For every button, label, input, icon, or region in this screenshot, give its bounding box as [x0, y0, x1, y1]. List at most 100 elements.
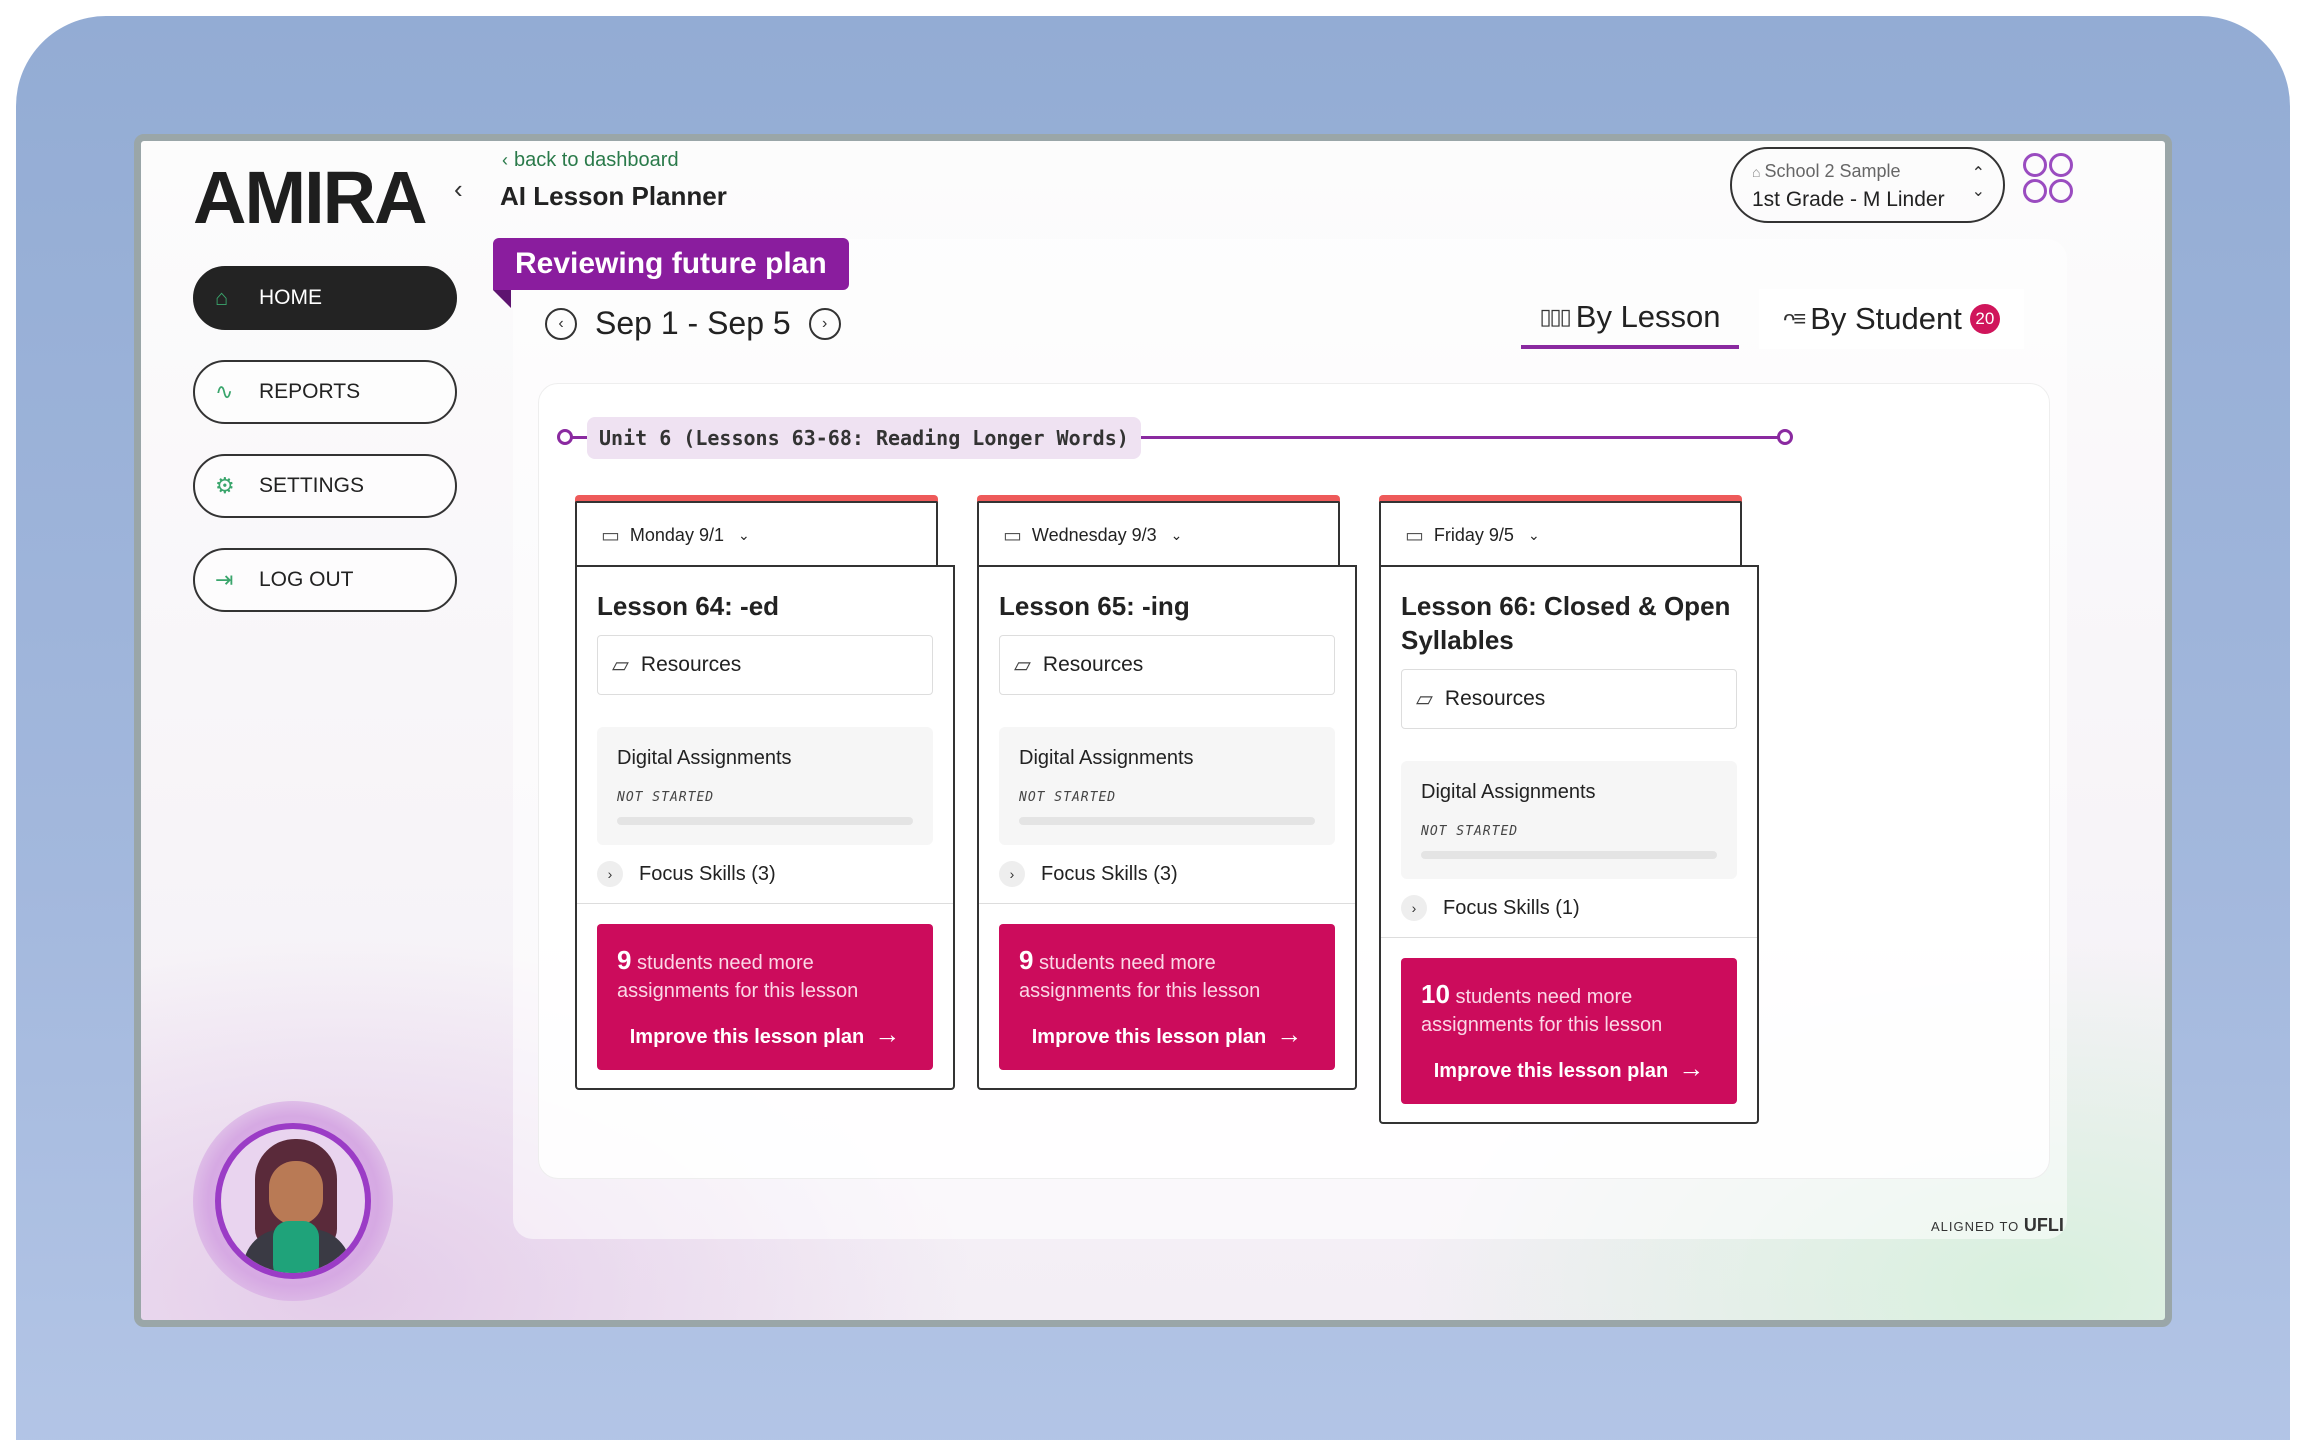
chevron-down-icon: ⌄ [1527, 526, 1540, 543]
student-count: 9 [617, 945, 632, 975]
improve-lesson-callout[interactable]: 9 students need more assignments for thi… [597, 924, 933, 1070]
school-label: School 2 Sample [1764, 161, 1901, 181]
chevron-down-icon: ⌄ [737, 526, 750, 543]
whiteboard-icon: ▱ [1014, 652, 1031, 677]
assignment-status: NOT STARTED [1019, 790, 1117, 805]
sidebar-item-label: REPORTS [259, 380, 361, 403]
calendar-icon: ▭ [1003, 524, 1022, 547]
sidebar-item-settings[interactable]: ⚙ SETTINGS [193, 454, 457, 518]
timeline-end-dot [1777, 429, 1793, 445]
calendar-icon: ▭ [601, 524, 620, 547]
apps-grid-icon[interactable] [2023, 153, 2075, 205]
digital-assignments[interactable]: Digital Assignments NOT STARTED [999, 727, 1335, 845]
improve-label: Improve this lesson plan [1433, 1060, 1669, 1082]
unit-label: Unit 6 (Lessons 63-68: Reading Longer Wo… [587, 417, 1141, 459]
whiteboard-icon: ▱ [612, 652, 629, 677]
improve-lesson-callout[interactable]: 10 students need more assignments for th… [1401, 958, 1737, 1104]
student-list-icon: ᴖ≡ [1783, 306, 1806, 331]
school-name: ⌂ School 2 Sample [1752, 161, 2003, 182]
sidebar-item-label: SETTINGS [259, 474, 365, 497]
aligned-prefix: ALIGNED TO [1931, 1219, 2020, 1234]
improve-message: 10 students need more assignments for th… [1421, 980, 1717, 1039]
card-body: Lesson 65: -ing ▱ Resources Digital Assig… [977, 565, 1357, 1090]
ufli-brand: UFLI [2023, 1215, 2064, 1235]
lesson-title: Lesson 66: Closed & Open Syllables [1401, 591, 1731, 655]
focus-skills-toggle[interactable]: › Focus Skills (3) [979, 845, 1355, 904]
apps-dot [2049, 153, 2073, 177]
calendar-icon: ▭ [1405, 524, 1424, 547]
focus-skills-label: Focus Skills (1) [1443, 896, 1580, 919]
chevron-left-icon: ‹ [502, 150, 508, 170]
previous-week-button[interactable]: ‹ [545, 307, 577, 340]
avatar-scarf [273, 1221, 319, 1273]
apps-dot [2049, 179, 2073, 203]
improve-message-text: students need more assignments for this … [1019, 952, 1261, 1002]
assignment-status: NOT STARTED [617, 790, 715, 805]
week-navigator: ‹ Sep 1 - Sep 5 › [545, 305, 841, 342]
sidebar-item-home[interactable]: ⌂ HOME [193, 266, 457, 330]
books-icon: ▯▯▯ [1539, 304, 1571, 329]
resources-button[interactable]: ▱ Resources [999, 635, 1335, 695]
back-to-dashboard-link[interactable]: ‹ back to dashboard [502, 149, 679, 172]
digital-assignments[interactable]: Digital Assignments NOT STARTED [597, 727, 933, 845]
assistant-avatar[interactable] [193, 1101, 393, 1301]
app-window: AMIRA ‹ ‹ back to dashboard AI Lesson Pla… [134, 134, 2172, 1327]
tab-label: By Lesson [1575, 299, 1721, 334]
day-select[interactable]: ▭ Wednesday 9/3 ⌄ [977, 501, 1340, 567]
improve-message-text: students need more assignments for this … [617, 952, 859, 1002]
apps-dot [2023, 153, 2047, 177]
student-count: 10 [1421, 979, 1450, 1009]
chevron-right-icon: › [1401, 895, 1427, 921]
improve-label: Improve this lesson plan [1031, 1026, 1267, 1048]
badge-fold [493, 290, 511, 308]
student-count-badge: 20 [1969, 304, 2000, 334]
day-select[interactable]: ▭ Friday 9/5 ⌄ [1379, 501, 1742, 567]
date-range: Sep 1 - Sep 5 [595, 305, 791, 341]
improve-lesson-button[interactable]: Improve this lesson plan → [1019, 1019, 1315, 1050]
resources-label: Resources [640, 653, 742, 676]
improve-message: 9 students need more assignments for thi… [617, 946, 913, 1005]
sidebar-item-label: LOG OUT [259, 568, 354, 591]
day-label: Wednesday 9/3 [1031, 524, 1157, 545]
back-link-label: back to dashboard [514, 149, 679, 171]
digital-assignments[interactable]: Digital Assignments NOT STARTED [1401, 761, 1737, 879]
resources-label: Resources [1042, 653, 1144, 676]
arrow-right-icon: → [1276, 1019, 1303, 1049]
resources-button[interactable]: ▱ Resources [1401, 669, 1737, 729]
progress-bar [1019, 817, 1315, 825]
sidebar-item-reports[interactable]: ∿ REPORTS [193, 360, 457, 424]
building-icon: ⌂ [1752, 164, 1761, 180]
focus-skills-toggle[interactable]: › Focus Skills (3) [577, 845, 953, 904]
school-class-selector[interactable]: ⌂ School 2 Sample 1st Grade - M Linder ⌃ ⌄ [1730, 147, 2005, 223]
day-label: Monday 9/1 [629, 524, 724, 545]
digital-assignments-title: Digital Assignments [1421, 781, 1596, 803]
improve-message: 9 students need more assignments for thi… [1019, 946, 1315, 1005]
tab-label: By Student [1810, 301, 1962, 336]
apps-dot [2023, 179, 2047, 203]
home-icon: ⌂ [215, 285, 229, 310]
aligned-to-ufli: ALIGNED TO UFLI [1931, 1215, 2064, 1236]
resources-button[interactable]: ▱ Resources [597, 635, 933, 695]
class-name: 1st Grade - M Linder [1752, 188, 1945, 211]
improve-lesson-callout[interactable]: 9 students need more assignments for thi… [999, 924, 1335, 1070]
assignment-status: NOT STARTED [1421, 824, 1519, 839]
progress-bar [617, 817, 913, 825]
chevron-left-icon[interactable]: ‹ [454, 174, 463, 205]
gear-icon: ⚙ [215, 473, 235, 498]
tab-by-student[interactable]: ᴖ≡ By Student 20 [1759, 289, 2024, 349]
page-title: AI Lesson Planner [500, 181, 727, 211]
avatar-ring [215, 1123, 371, 1279]
tab-by-lesson[interactable]: ▯▯▯ By Lesson [1521, 289, 1739, 349]
whiteboard-icon: ▱ [1416, 686, 1433, 711]
next-week-button[interactable]: › [808, 307, 841, 340]
day-select[interactable]: ▭ Monday 9/1 ⌄ [575, 501, 938, 567]
sidebar-item-logout[interactable]: ⇥ LOG OUT [193, 548, 457, 612]
card-body: Lesson 64: -ed ▱ Resources Digital Assign… [575, 565, 955, 1090]
amira-logo: AMIRA [193, 156, 428, 239]
improve-lesson-button[interactable]: Improve this lesson plan → [617, 1019, 913, 1050]
lesson-title: Lesson 65: -ing [999, 591, 1190, 621]
chevron-down-icon: ⌄ [1170, 526, 1183, 543]
improve-lesson-button[interactable]: Improve this lesson plan → [1421, 1053, 1717, 1084]
focus-skills-toggle[interactable]: › Focus Skills (1) [1381, 879, 1757, 938]
digital-assignments-title: Digital Assignments [1019, 747, 1194, 769]
